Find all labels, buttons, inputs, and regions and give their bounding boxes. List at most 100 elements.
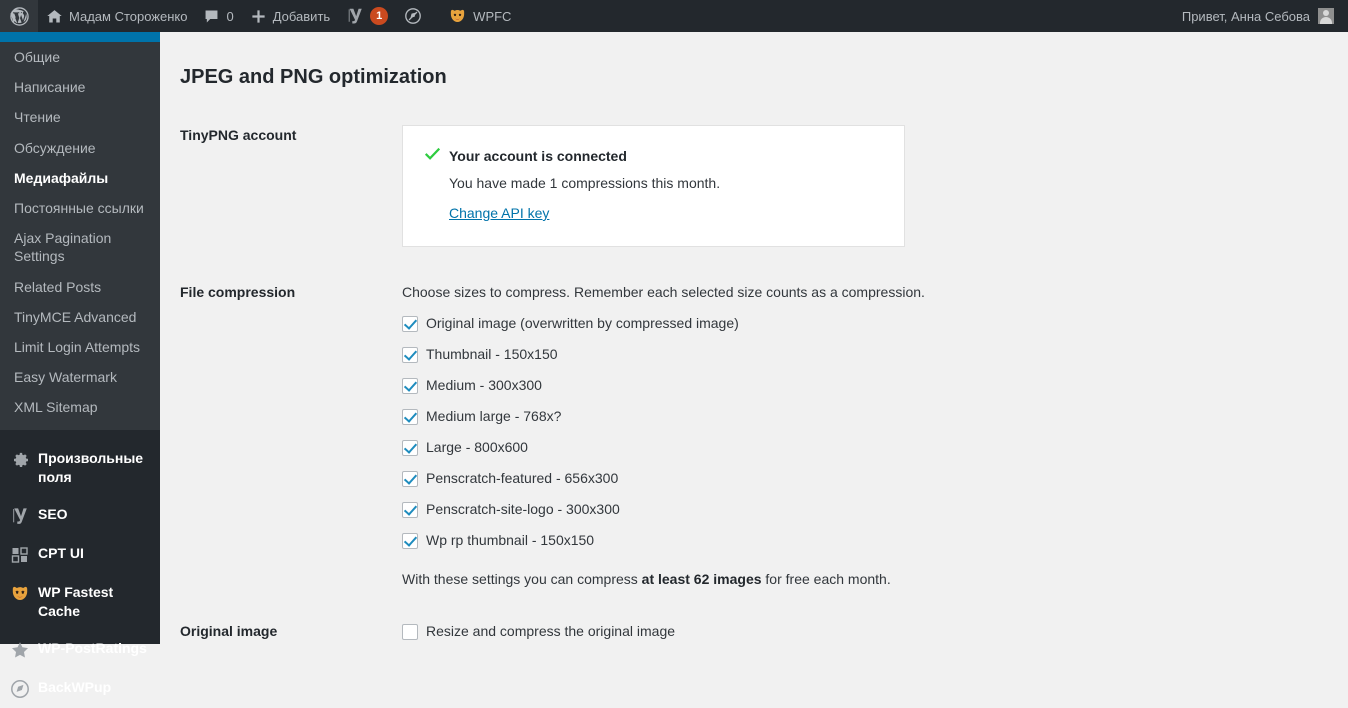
plus-icon <box>250 8 267 25</box>
cpt-ui-blocks-icon <box>10 545 30 565</box>
row-original-image: Original image Resize and compress the o… <box>160 608 1348 644</box>
row-tinypng-account: TinyPNG account Your account is connecte… <box>160 112 1348 247</box>
compression-size-checkbox-5[interactable] <box>402 470 418 487</box>
adminbar-seo-count: 1 <box>370 7 389 25</box>
compression-size-row-3: Medium large - 768x? <box>402 406 1338 427</box>
note-suffix: for free each month. <box>761 571 891 587</box>
submenu-item-2[interactable]: Чтение <box>0 102 160 132</box>
adminbar-new-content[interactable]: Добавить <box>242 0 338 32</box>
compression-intro-text: Choose sizes to compress. Remember each … <box>402 284 925 300</box>
page-title: JPEG and PNG optimization <box>180 66 447 88</box>
submenu-item-7[interactable]: Related Posts <box>0 272 160 302</box>
compression-size-row-7: Wp rp thumbnail - 150x150 <box>402 530 1338 551</box>
compression-size-checkbox-6[interactable] <box>402 501 418 518</box>
compression-size-checkbox-1[interactable] <box>402 346 418 363</box>
row-label-file-compression: File compression <box>180 284 296 300</box>
yoast-seo-icon <box>346 7 364 25</box>
compression-size-row-4: Large - 800x600 <box>402 437 1338 458</box>
compression-size-checkbox-7[interactable] <box>402 532 418 549</box>
menu-item-1[interactable]: SEO <box>0 496 160 535</box>
compression-size-checkbox-2[interactable] <box>402 377 418 394</box>
note-bold: at least 62 images <box>641 571 762 587</box>
resize-original-row: Resize and compress the original image <box>402 621 1338 642</box>
row-field-file-compression: Choose sizes to compress. Remember each … <box>382 269 1348 590</box>
adminbar-my-account[interactable]: Привет, Анна Себова <box>1174 0 1348 32</box>
adminbar-wpfc-label: WPFC <box>473 8 512 24</box>
yoast-seo-icon <box>10 506 30 526</box>
comment-bubble-icon <box>203 8 220 25</box>
menu-item-label-4: WP-PostRatings <box>38 640 147 656</box>
menu-item-4[interactable]: WP-PostRatings <box>0 630 160 669</box>
submenu-item-3[interactable]: Обсуждение <box>0 133 160 163</box>
submenu-item-0[interactable]: Общие <box>0 42 160 72</box>
adminbar-wp-logo[interactable] <box>0 0 38 32</box>
note-prefix: With these settings you can compress <box>402 571 642 587</box>
tiger-icon <box>448 7 467 26</box>
compression-size-label-1[interactable]: Thumbnail - 150x150 <box>426 344 558 365</box>
compression-size-label-2[interactable]: Medium - 300x300 <box>426 375 542 396</box>
admin-bar: Мадам Стороженко 0 Добавить 1 WPFC Приве… <box>0 0 1348 32</box>
submenu-item-9[interactable]: Limit Login Attempts <box>0 332 160 362</box>
settings-submenu: Общие Написание Чтение Обсуждение Медиафайлы… <box>0 32 160 431</box>
row-file-compression: File compression Choose sizes to compres… <box>160 269 1348 590</box>
change-api-key-link[interactable]: Change API key <box>449 203 549 224</box>
adminbar-backwpup[interactable] <box>396 0 430 32</box>
row-label-original-image: Original image <box>180 623 278 639</box>
menu-item-label-3: WP Fastest Cache <box>38 584 114 620</box>
submenu-item-6[interactable]: Ajax Pagination Settings <box>0 223 160 271</box>
adminbar-seo[interactable]: 1 <box>338 0 396 32</box>
menu-item-label-0: Произвольные поля <box>38 450 144 486</box>
adminbar-new-content-label: Добавить <box>272 8 331 24</box>
submenu-item-1[interactable]: Написание <box>0 72 160 102</box>
menu-item-3[interactable]: WP Fastest Cache <box>0 574 160 630</box>
home-icon <box>46 8 63 25</box>
menu-separator <box>0 430 160 441</box>
compression-size-label-6[interactable]: Penscratch-site-logo - 300x300 <box>426 499 620 520</box>
resize-original-checkbox[interactable] <box>402 623 418 640</box>
submenu-item-4[interactable]: Медиафайлы <box>0 163 160 193</box>
compression-size-label-7[interactable]: Wp rp thumbnail - 150x150 <box>426 530 594 551</box>
backwpup-icon <box>10 679 30 699</box>
compression-size-label-3[interactable]: Medium large - 768x? <box>426 406 561 427</box>
compression-size-label-0[interactable]: Original image (overwritten by compresse… <box>426 313 739 334</box>
account-compressions-text: You have made 1 compressions this month. <box>449 175 721 191</box>
compression-size-checkbox-0[interactable] <box>402 315 418 332</box>
adminbar-site-name-label: Мадам Стороженко <box>69 8 188 24</box>
submenu-item-5[interactable]: Постоянные ссылки <box>0 193 160 223</box>
compression-size-label-5[interactable]: Penscratch-featured - 656x300 <box>426 468 618 489</box>
star-icon <box>10 640 30 660</box>
adminbar-site-name[interactable]: Мадам Стороженко <box>38 0 195 32</box>
row-label-tinypng-account: TinyPNG account <box>180 127 297 143</box>
menu-item-5[interactable]: BackWPup <box>0 669 160 708</box>
menu-item-label-2: CPT UI <box>38 545 84 562</box>
adminbar-greeting: Привет, Анна Себова <box>1181 8 1310 24</box>
menu-item-2[interactable]: CPT UI <box>0 535 160 574</box>
compression-size-row-0: Original image (overwritten by compresse… <box>402 313 1338 334</box>
wordpress-logo-icon <box>10 6 29 26</box>
submenu-item-11[interactable]: XML Sitemap <box>0 392 160 422</box>
compression-size-checkbox-4[interactable] <box>402 439 418 456</box>
compression-size-row-1: Thumbnail - 150x150 <box>402 344 1338 365</box>
account-status-box: Your account is connected You have made … <box>402 125 905 247</box>
account-status-line: Your account is connected <box>424 146 882 167</box>
resize-original-label[interactable]: Resize and compress the original image <box>426 621 675 642</box>
compression-size-checkbox-3[interactable] <box>402 408 418 425</box>
tiger-icon <box>10 584 30 604</box>
adminbar-comments[interactable]: 0 <box>195 0 241 32</box>
adminbar-comments-count: 0 <box>226 8 234 24</box>
submenu-item-10[interactable]: Easy Watermark <box>0 362 160 392</box>
settings-form-table: TinyPNG account Your account is connecte… <box>160 112 1348 644</box>
compression-sizes-list: Original image (overwritten by compresse… <box>402 313 1338 551</box>
compression-size-row-5: Penscratch-featured - 656x300 <box>402 468 1338 489</box>
adminbar-wpfc[interactable]: WPFC <box>430 0 519 32</box>
compression-size-row-6: Penscratch-site-logo - 300x300 <box>402 499 1338 520</box>
admin-sidebar: Общие Написание Чтение Обсуждение Медиафайлы… <box>0 32 160 698</box>
compression-size-label-4[interactable]: Large - 800x600 <box>426 437 528 458</box>
menu-item-0[interactable]: Произвольные поля <box>0 440 160 496</box>
account-status-title: Your account is connected <box>449 148 627 164</box>
menu-item-label-1: SEO <box>38 506 68 523</box>
free-compression-note: With these settings you can compress at … <box>402 569 1338 590</box>
submenu-item-8[interactable]: TinyMCE Advanced <box>0 302 160 332</box>
submenu-active-header[interactable] <box>0 32 160 42</box>
green-check-icon <box>424 147 441 163</box>
